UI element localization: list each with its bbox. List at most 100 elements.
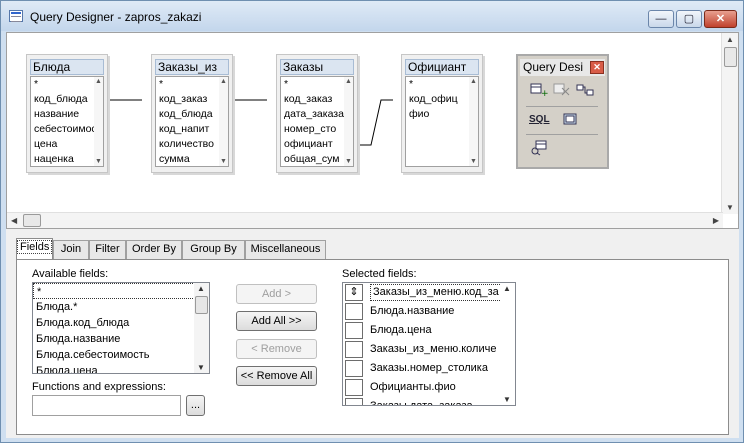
field-item[interactable]: общая_сум xyxy=(281,152,353,166)
row-selector[interactable] xyxy=(345,322,363,339)
title-bar[interactable]: Query Designer - zapros_zakazi — ▢ ✕ xyxy=(1,1,743,31)
field-item[interactable]: официант xyxy=(281,137,353,152)
scroll-right-icon[interactable]: ▶ xyxy=(713,216,719,225)
field-list-scrollbar[interactable] xyxy=(219,77,228,166)
row-selector[interactable] xyxy=(345,360,363,377)
field-item[interactable]: * xyxy=(281,77,353,92)
run-query-icon[interactable] xyxy=(529,140,549,156)
table-header[interactable]: Заказы xyxy=(280,59,354,75)
list-item[interactable]: Заказы.номер_столика xyxy=(343,359,515,378)
functions-browse-button[interactable]: ... xyxy=(186,395,205,416)
field-item[interactable]: дата_заказа xyxy=(281,107,353,122)
field-list[interactable]: * код_блюда название себестоимость цена … xyxy=(30,76,104,167)
tab-fields[interactable]: Fields xyxy=(16,238,53,260)
list-item[interactable]: Заказы.дата_заказа xyxy=(343,397,515,405)
row-selector[interactable] xyxy=(345,398,363,405)
list-item[interactable]: Блюда.цена xyxy=(33,363,209,373)
field-item[interactable]: цена xyxy=(31,137,103,152)
tab-miscellaneous[interactable]: Miscellaneous xyxy=(245,240,326,259)
field-item[interactable]: название xyxy=(31,107,103,122)
table-box-orders[interactable]: Заказы * код_заказ дата_заказа номер_сто… xyxy=(276,54,358,173)
join-icon[interactable] xyxy=(575,83,595,99)
field-item[interactable]: код_заказ xyxy=(156,92,228,107)
field-list-scrollbar[interactable] xyxy=(344,77,353,166)
list-item[interactable]: Блюда.код_блюда xyxy=(33,315,209,331)
field-list-scrollbar[interactable] xyxy=(469,77,478,166)
available-fields-scrollbar[interactable]: ▲ ▼ xyxy=(194,283,209,373)
functions-label: Functions and expressions: xyxy=(32,381,166,393)
scroll-up-icon[interactable]: ▲ xyxy=(197,284,205,293)
list-item[interactable]: Заказы_из_меню.количе xyxy=(343,340,515,359)
diagram-horizontal-scrollbar[interactable]: ◀ ▶ xyxy=(7,212,723,228)
table-box-dishes[interactable]: Блюда * код_блюда название себестоимость… xyxy=(26,54,108,173)
scroll-up-icon[interactable]: ▲ xyxy=(503,284,511,293)
tab-join[interactable]: Join xyxy=(53,240,89,259)
add-button[interactable]: Add > xyxy=(236,284,317,304)
diagram-vertical-scrollbar[interactable]: ▲ ▼ xyxy=(721,33,738,214)
scroll-thumb[interactable] xyxy=(195,296,208,314)
sort-order-icon[interactable]: ⇕ xyxy=(345,284,363,301)
list-item[interactable]: Официанты.фио xyxy=(343,378,515,397)
row-selector[interactable] xyxy=(345,303,363,320)
field-item[interactable]: сумма xyxy=(156,152,228,166)
add-all-button[interactable]: Add All >> xyxy=(236,311,317,331)
field-item[interactable]: код_заказ xyxy=(281,92,353,107)
field-item[interactable]: себестоимость xyxy=(31,122,103,137)
list-item[interactable]: Блюда.цена xyxy=(343,321,515,340)
functions-input[interactable] xyxy=(32,395,181,416)
tab-label: Fields xyxy=(17,240,53,254)
field-item[interactable]: код_напит xyxy=(156,122,228,137)
sql-icon[interactable]: SQL xyxy=(529,112,550,128)
field-item[interactable]: * xyxy=(406,77,478,92)
list-item[interactable]: Блюда.* xyxy=(33,299,209,315)
field-item[interactable]: код_блюда xyxy=(31,92,103,107)
field-list[interactable]: * код_офиц фио xyxy=(405,76,479,167)
tab-group-by[interactable]: Group By xyxy=(182,240,245,259)
remove-all-button[interactable]: << Remove All xyxy=(236,366,317,386)
table-box-orders-from-menu[interactable]: Заказы_из * код_заказ код_блюда код_напи… xyxy=(151,54,233,173)
toolbar-close-icon[interactable]: ✕ xyxy=(590,61,604,74)
field-item[interactable]: код_офиц xyxy=(406,92,478,107)
maximize-button[interactable]: ▢ xyxy=(676,10,702,28)
add-table-icon[interactable]: + xyxy=(529,83,549,99)
scroll-up-icon[interactable]: ▲ xyxy=(726,35,734,44)
field-item[interactable]: наценка xyxy=(31,152,103,166)
scroll-down-icon[interactable]: ▼ xyxy=(197,363,205,372)
scroll-thumb[interactable] xyxy=(23,214,41,227)
scroll-down-icon[interactable]: ▼ xyxy=(503,395,511,404)
close-button[interactable]: ✕ xyxy=(704,10,737,28)
remove-button[interactable]: < Remove xyxy=(236,339,317,359)
scroll-down-icon[interactable]: ▼ xyxy=(726,203,734,212)
tab-filter[interactable]: Filter xyxy=(89,240,126,259)
list-item[interactable]: Блюда.название xyxy=(33,331,209,347)
remove-table-icon[interactable] xyxy=(552,83,572,99)
minimize-button[interactable]: — xyxy=(648,10,674,28)
selected-fields-list[interactable]: ⇕ Заказы_из_меню.код_за Блюда.название Б… xyxy=(342,282,516,406)
table-header[interactable]: Блюда xyxy=(30,59,104,75)
grid-view-icon[interactable] xyxy=(560,112,580,128)
list-item[interactable]: Блюда.название xyxy=(343,302,515,321)
available-fields-list[interactable]: * Блюда.* Блюда.код_блюда Блюда.название… xyxy=(32,282,210,374)
scroll-left-icon[interactable]: ◀ xyxy=(11,216,17,225)
table-header[interactable]: Официант xyxy=(405,59,479,75)
list-item[interactable]: * xyxy=(33,283,209,299)
field-list[interactable]: * код_заказ дата_заказа номер_сто официа… xyxy=(280,76,354,167)
table-diagram[interactable]: Блюда * код_блюда название себестоимость… xyxy=(6,32,739,229)
field-item[interactable]: количество xyxy=(156,137,228,152)
field-list[interactable]: * код_заказ код_блюда код_напит количест… xyxy=(155,76,229,167)
row-selector[interactable] xyxy=(345,379,363,396)
list-item[interactable]: ⇕ Заказы_из_меню.код_за xyxy=(343,283,515,302)
field-list-scrollbar[interactable] xyxy=(94,77,103,166)
field-item[interactable]: код_блюда xyxy=(156,107,228,122)
table-box-waiter[interactable]: Официант * код_офиц фио xyxy=(401,54,483,173)
selected-fields-scrollbar[interactable]: ▲ ▼ xyxy=(500,283,515,405)
field-item[interactable]: * xyxy=(31,77,103,92)
row-selector[interactable] xyxy=(345,341,363,358)
field-item[interactable]: номер_сто xyxy=(281,122,353,137)
tab-order-by[interactable]: Order By xyxy=(126,240,182,259)
scroll-thumb[interactable] xyxy=(724,47,737,67)
field-item[interactable]: фио xyxy=(406,107,478,122)
list-item[interactable]: Блюда.себестоимость xyxy=(33,347,209,363)
table-header[interactable]: Заказы_из xyxy=(155,59,229,75)
field-item[interactable]: * xyxy=(156,77,228,92)
